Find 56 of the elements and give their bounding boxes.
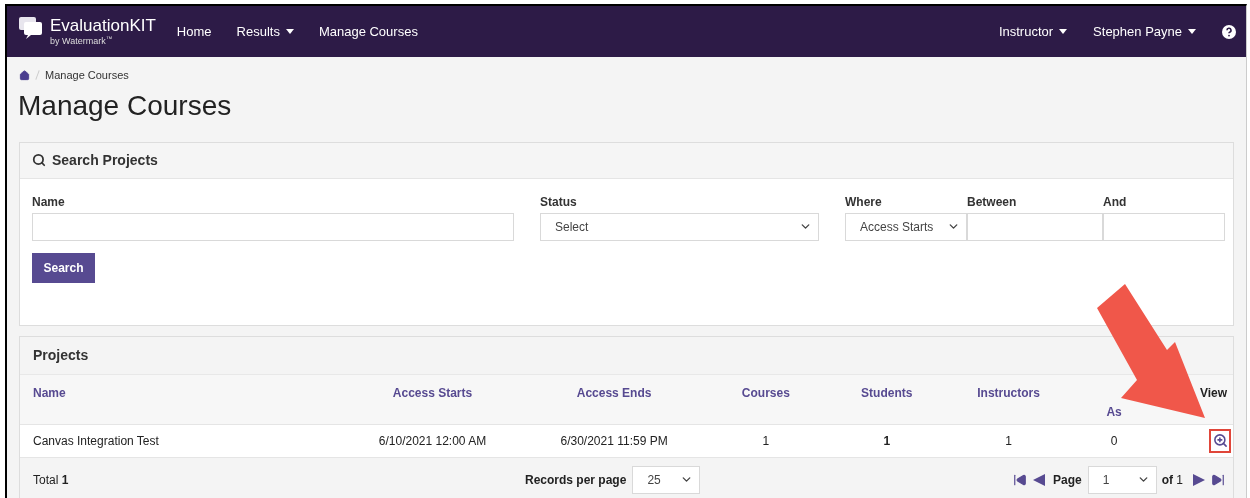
- column-header[interactable]: Access Ends: [576, 385, 652, 400]
- records-select[interactable]: 25: [632, 465, 701, 494]
- column-header[interactable]: Access Starts: [392, 385, 473, 400]
- column-header[interactable]: Students: [861, 385, 913, 400]
- column-header[interactable]: Instructors: [977, 385, 1040, 400]
- nav-link[interactable]: Instructor: [998, 21, 1068, 42]
- input-field[interactable]: [32, 212, 514, 241]
- search-icon: [32, 153, 46, 167]
- column-header[interactable]: Courses: [741, 385, 790, 400]
- nav-link[interactable]: Results: [236, 21, 294, 42]
- search-button[interactable]: Search: [32, 252, 95, 283]
- previous-page-icon[interactable]: [1032, 473, 1045, 486]
- field-label: Where: [845, 193, 883, 211]
- page-title: Manage Courses: [18, 91, 233, 120]
- last-page-icon[interactable]: [1211, 472, 1225, 487]
- panel-title: Projects: [33, 345, 89, 365]
- field-label: Status: [540, 193, 578, 211]
- table-cell: 1: [883, 433, 891, 448]
- table-cell: Canvas Integration Test: [33, 433, 159, 448]
- input-field[interactable]: [967, 212, 1103, 241]
- home-icon[interactable]: [19, 69, 30, 81]
- table-cell: 6/10/2021 12:00 AM: [378, 433, 487, 448]
- page-count: of 1: [1161, 471, 1183, 489]
- select-field[interactable]: Select: [540, 212, 819, 241]
- first-page-icon[interactable]: [1012, 472, 1027, 487]
- field-label: And: [1103, 193, 1128, 211]
- nav-link[interactable]: Stephen Payne: [1093, 21, 1196, 42]
- table-cell: 6/30/2021 11:59 PM: [560, 433, 668, 448]
- field-label: Between: [967, 193, 1018, 211]
- caret-icon: [285, 29, 294, 34]
- nav-link[interactable]: Home: [176, 21, 212, 42]
- breadcrumb-item: Manage Courses: [45, 68, 129, 83]
- nav-link[interactable]: Manage Courses: [318, 21, 418, 42]
- column-header[interactable]: As: [1106, 404, 1122, 419]
- caret-icon: [1188, 29, 1196, 34]
- select-field[interactable]: Access Starts: [845, 212, 967, 241]
- panel-title: Search Projects: [52, 150, 158, 170]
- total-count: Total 1: [32, 471, 70, 489]
- next-page-icon[interactable]: [1193, 473, 1205, 486]
- chat-bubbles-icon: [19, 14, 43, 39]
- page-select[interactable]: 1: [1087, 465, 1157, 494]
- help-icon[interactable]: [1222, 24, 1236, 39]
- zoom-in-icon: [1212, 433, 1228, 448]
- records-label: Records per page: [525, 471, 627, 489]
- input-field[interactable]: [1103, 212, 1225, 241]
- table-cell: 1: [1005, 433, 1012, 448]
- brand-tagline: by Watermark$^{™}$: [50, 37, 114, 46]
- view-button[interactable]: [1209, 428, 1231, 453]
- page-label: Page: [1052, 471, 1082, 489]
- table-cell: 0: [1110, 433, 1118, 448]
- column-header: View: [1199, 385, 1227, 400]
- caret-icon: [1059, 29, 1068, 34]
- brand-name: EvaluationKIT: [50, 17, 156, 34]
- table-cell: 1: [762, 433, 770, 448]
- field-label: Name: [32, 193, 66, 211]
- column-header[interactable]: Name: [33, 385, 66, 400]
